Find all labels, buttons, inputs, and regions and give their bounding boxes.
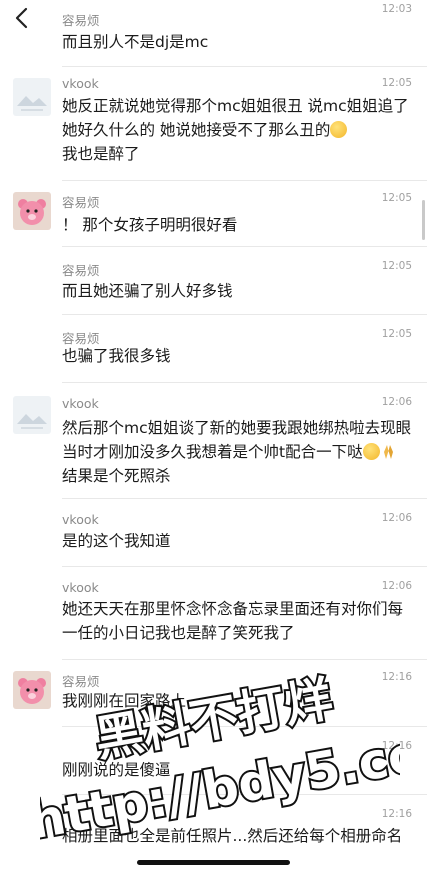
- image-placeholder-avatar-icon[interactable]: [13, 396, 51, 434]
- message-text-part: 我也是醉了: [62, 145, 140, 163]
- separator: [62, 180, 427, 181]
- separator: [62, 314, 427, 315]
- message-text: 而且别人不是dj是mc: [62, 33, 209, 51]
- message-text: 然后那个mc姐姐谈了新的她要我跟她绑热啦去现眼 当时才刚加没多久我想着是个帅t配…: [62, 416, 412, 488]
- message-time: 12:05: [381, 192, 412, 204]
- message-text: 也骗了我很多钱: [62, 347, 171, 365]
- message-text: 她还天天在那里怀念怀念备忘录里面还有对你们每一任的小日记我也是醉了笑死我了: [62, 600, 404, 642]
- pink-bear-avatar-icon[interactable]: [13, 192, 51, 230]
- message-time: 12:05: [381, 77, 412, 89]
- message-time: 12:16: [381, 808, 412, 820]
- sender-name: 容易烦: [62, 263, 100, 278]
- separator: [62, 246, 427, 247]
- message-text-part: 结果是个死照杀: [62, 467, 171, 485]
- sender-name: 容易烦: [62, 13, 100, 28]
- message-time: 12:16: [381, 671, 412, 683]
- message-time: 12:06: [381, 396, 412, 408]
- pink-bear-avatar-icon[interactable]: [13, 671, 51, 709]
- smile-emoji-icon: [330, 121, 348, 138]
- message-text: ！ 那个女孩子明明很好看: [62, 216, 238, 234]
- message-text: 刚刚说的是傻逼: [62, 761, 171, 779]
- sender-name: vkook: [62, 512, 99, 527]
- message-text: 她反正就说她觉得那个mc姐姐很丑 说mc姐姐追了她好久什么的 她说她接受不了那么…: [62, 94, 412, 166]
- sender-name: 容易烦: [62, 195, 100, 210]
- message-text-part: 她反正就说她觉得那个mc姐姐很丑 说mc姐姐追了她好久什么的 她说她接受不了那么…: [62, 97, 409, 139]
- separator: [62, 659, 427, 660]
- separator: [62, 794, 427, 795]
- praying-hands-emoji-icon: [383, 445, 393, 459]
- smile-emoji-icon: [362, 443, 380, 460]
- message-text: 而且她还骗了别人好多钱: [62, 282, 233, 300]
- message-time: 12:06: [381, 512, 412, 524]
- scrollbar[interactable]: [422, 200, 425, 240]
- image-placeholder-avatar-icon[interactable]: [13, 78, 51, 116]
- message-text: 我刚刚在回家路上: [62, 692, 187, 710]
- message-time: 12:03: [381, 3, 412, 15]
- message-text: 相册里面也全是前任照片...然后还给每个相册命名: [62, 827, 403, 845]
- message-text: 是的这个我知道: [62, 532, 171, 550]
- watermark-line1: 黑料不打烊: [91, 671, 337, 768]
- separator: [62, 66, 427, 67]
- separator: [62, 382, 427, 383]
- message-time: 12:05: [381, 260, 412, 272]
- message-time: 12:06: [381, 580, 412, 592]
- message-time: 12:05: [381, 328, 412, 340]
- sender-name: vkook: [62, 76, 99, 91]
- home-indicator[interactable]: [137, 860, 290, 865]
- sender-name: 容易烦: [62, 674, 100, 689]
- separator: [62, 566, 427, 567]
- sender-name: vkook: [62, 396, 99, 411]
- separator: [62, 726, 427, 727]
- message-time: 12:16: [381, 740, 412, 752]
- sender-name: vkook: [62, 580, 99, 595]
- back-chevron-icon[interactable]: [12, 6, 32, 30]
- separator: [62, 498, 427, 499]
